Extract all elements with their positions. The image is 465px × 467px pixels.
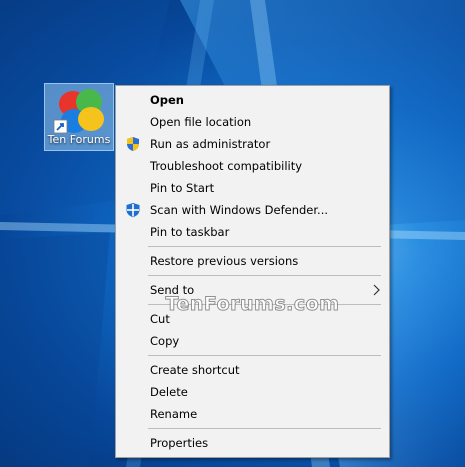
menu-separator [148,304,381,305]
desktop-shortcut-label: Ten Forums [47,133,111,146]
menu-item-copy[interactable]: Copy [116,330,389,352]
menu-separator [148,246,381,247]
menu-item-label: Send to [150,283,195,297]
menu-item-send-to[interactable]: Send to [116,279,389,301]
menu-item-scan-with-defender[interactable]: Scan with Windows Defender... [116,199,389,221]
menu-item-pin-to-taskbar[interactable]: Pin to taskbar [116,221,389,243]
menu-separator [148,355,381,356]
desktop-shortcut-ten-forums[interactable]: Ten Forums [44,83,114,151]
menu-item-pin-to-start[interactable]: Pin to Start [116,177,389,199]
menu-item-create-shortcut[interactable]: Create shortcut [116,359,389,381]
menu-item-delete[interactable]: Delete [116,381,389,403]
context-menu: Open Open file location Run as administr… [115,85,390,458]
menu-item-label: Run as administrator [150,137,271,151]
menu-item-run-as-administrator[interactable]: Run as administrator [116,133,389,155]
menu-item-properties[interactable]: Properties [116,432,389,454]
menu-separator [148,428,381,429]
windows-defender-icon [126,203,140,218]
chevron-right-icon [373,284,380,296]
menu-item-open[interactable]: Open [116,89,389,111]
menu-item-cut[interactable]: Cut [116,308,389,330]
menu-item-label: Scan with Windows Defender... [150,203,329,217]
uac-shield-icon [127,137,139,151]
menu-item-restore-previous-versions[interactable]: Restore previous versions [116,250,389,272]
menu-separator [148,275,381,276]
menu-item-open-file-location[interactable]: Open file location [116,111,389,133]
desktop[interactable]: Ten Forums Open Open file location Run a… [0,0,465,467]
menu-item-troubleshoot-compatibility[interactable]: Troubleshoot compatibility [116,155,389,177]
ten-forums-logo-icon [53,89,104,134]
menu-item-rename[interactable]: Rename [116,403,389,425]
